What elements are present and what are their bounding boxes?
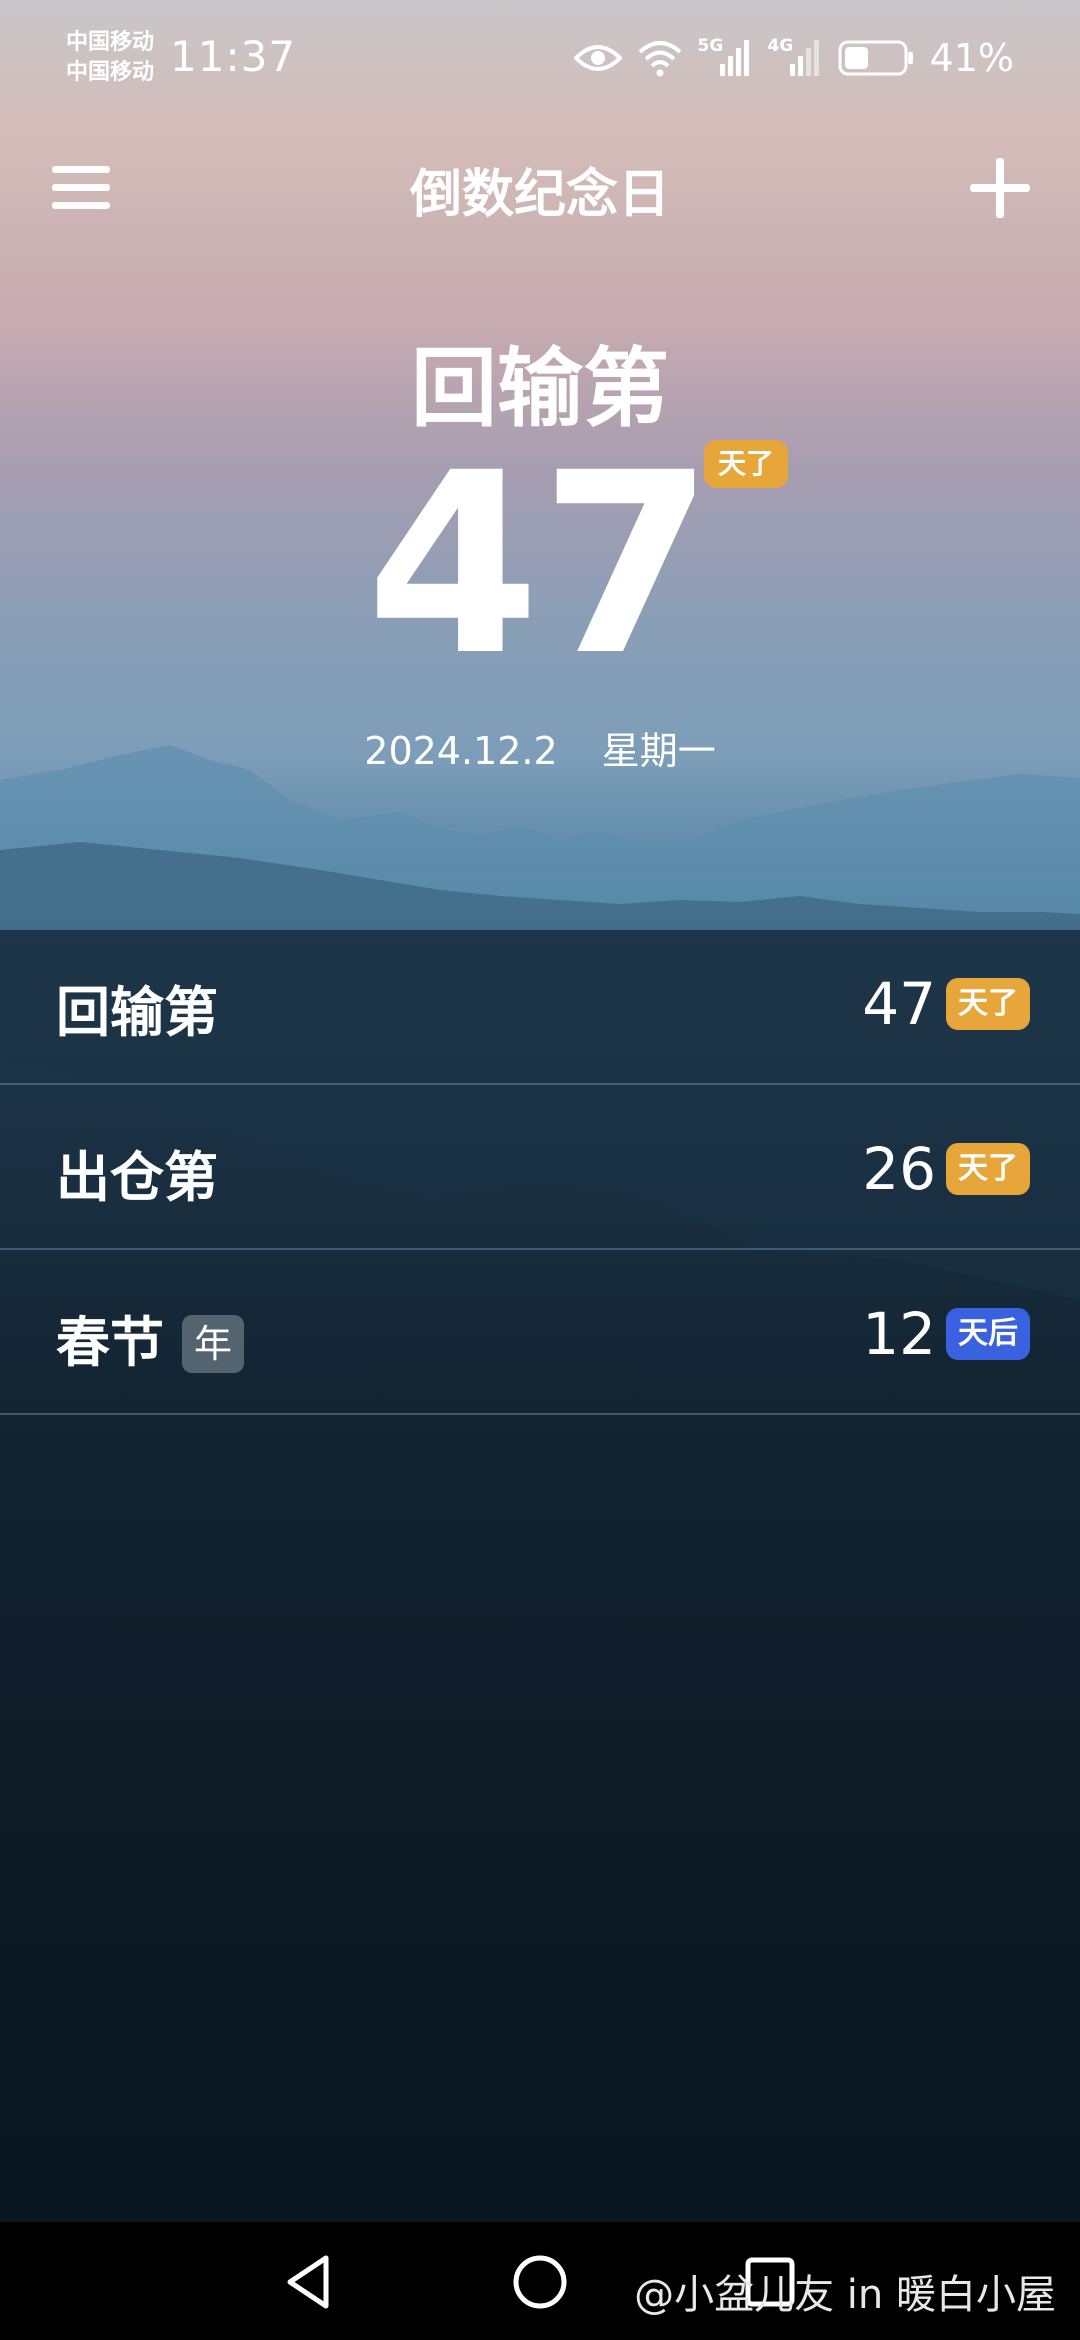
carrier-2: 中国移动 xyxy=(66,60,155,85)
event-day-badge: 天了 xyxy=(946,1143,1030,1195)
wifi-icon xyxy=(638,41,681,77)
event-day-badge: 天后 xyxy=(946,1308,1030,1360)
list-item[interactable]: 春节年 12 天后 xyxy=(0,1250,1080,1415)
list-item[interactable]: 回输第 47 天了 xyxy=(0,920,1080,1085)
page-title: 倒数纪念日 xyxy=(409,165,670,225)
event-list: 回输第 47 天了 出仓第 26 天了 春节年 12 天后 xyxy=(0,920,1080,1415)
carrier-labels: 中国移动 中国移动 xyxy=(66,28,154,88)
hero-date: 2024.12.2 星期一 xyxy=(0,720,1080,775)
status-time: 11:37 xyxy=(170,32,297,81)
nav-home-button[interactable] xyxy=(506,2248,574,2316)
event-name-text: 回输第 xyxy=(56,981,218,1044)
add-event-button[interactable] xyxy=(968,156,1032,220)
repeat-yearly-tag: 年 xyxy=(182,1315,245,1373)
app-header: 倒数纪念日 xyxy=(0,140,1080,236)
battery-fill xyxy=(844,47,868,69)
status-icons: 5G 4G 41% xyxy=(573,36,1014,80)
event-name-text: 出仓第 xyxy=(56,1146,218,1209)
event-days: 26 xyxy=(862,1135,936,1203)
event-days: 12 xyxy=(862,1300,936,1368)
hero-weekday: 星期一 xyxy=(601,729,716,773)
hero-day-count: 47 xyxy=(366,419,714,710)
plus-icon xyxy=(970,158,1030,218)
eye-icon xyxy=(573,45,622,71)
home-circle-icon xyxy=(513,2255,567,2309)
nav-back-button[interactable] xyxy=(276,2248,344,2316)
event-name: 春节年 xyxy=(56,1298,245,1377)
list-item[interactable]: 出仓第 26 天了 xyxy=(0,1085,1080,1250)
battery-percent: 41% xyxy=(929,36,1014,80)
event-name: 出仓第 xyxy=(56,1133,218,1212)
event-count: 26 天了 xyxy=(862,1135,1030,1203)
battery-icon xyxy=(838,40,913,76)
carrier-1: 中国移动 xyxy=(66,30,155,55)
event-name: 回输第 xyxy=(56,968,218,1047)
signal-5g-icon: 5G xyxy=(698,36,754,78)
signal-4g-icon: 4G xyxy=(768,36,824,78)
hero-day-badge: 天了 xyxy=(704,440,789,488)
event-count: 47 天了 xyxy=(862,970,1030,1038)
event-day-badge: 天了 xyxy=(946,978,1030,1030)
event-count: 12 天后 xyxy=(862,1300,1030,1368)
hero-date-value: 2024.12.2 xyxy=(364,729,558,773)
back-triangle-icon xyxy=(287,2255,329,2309)
event-days: 47 xyxy=(862,970,936,1038)
watermark-text: @小盆儿友 in 暖白小屋 xyxy=(634,2272,1056,2318)
status-bar: 中国移动 中国移动 11:37 5G 4G 41% xyxy=(0,0,1080,120)
event-name-text: 春节 xyxy=(56,1311,164,1374)
